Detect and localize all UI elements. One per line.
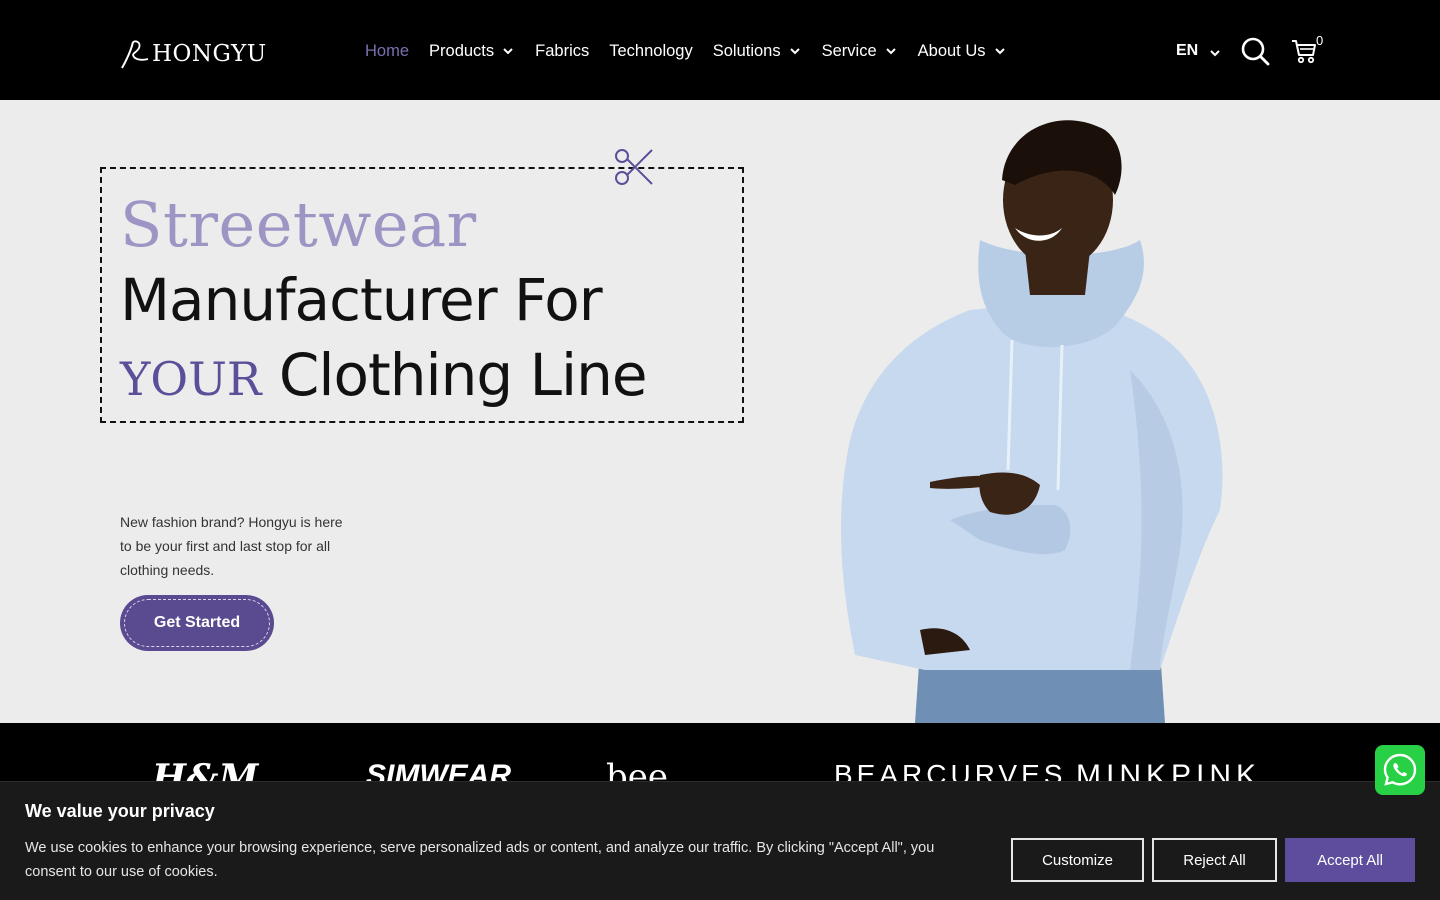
nav-service-label: Service	[821, 41, 877, 60]
language-selector[interactable]: EN	[1176, 42, 1222, 60]
nav-fabrics[interactable]: Fabrics	[535, 40, 589, 62]
logo-text: HONGYU	[152, 41, 267, 67]
cookie-title: We value your privacy	[25, 801, 215, 821]
reject-all-button[interactable]: Reject All	[1152, 838, 1277, 882]
accept-all-label: Accept All	[1317, 851, 1383, 869]
scissors-icon	[615, 149, 653, 185]
model-in-hoodie-image	[840, 120, 1223, 723]
headline-line-3: YOUR Clothing Line	[120, 340, 648, 414]
cart-count-badge: 0	[1316, 33, 1324, 48]
nav-solutions-label: Solutions	[712, 41, 781, 60]
nav-service[interactable]: Service	[822, 40, 898, 62]
search-icon[interactable]	[1240, 36, 1270, 66]
chevron-down-icon	[994, 48, 1005, 55]
reject-all-label: Reject All	[1183, 851, 1246, 869]
headline-accent: YOUR	[120, 352, 262, 406]
nav-technology-label: Technology	[609, 41, 693, 60]
get-started-label: Get Started	[153, 614, 241, 631]
chevron-down-icon	[1210, 50, 1220, 57]
chevron-down-icon	[503, 48, 513, 55]
get-started-button[interactable]: Get Started	[120, 595, 274, 651]
nav-products[interactable]: Products	[429, 40, 515, 62]
headline-rest: Clothing Line	[278, 341, 648, 409]
chevron-down-icon	[789, 48, 800, 55]
nav-products-label: Products	[429, 41, 495, 60]
nav-home[interactable]: Home	[365, 40, 409, 62]
whatsapp-button[interactable]	[1375, 745, 1425, 795]
nav-technology[interactable]: Technology	[609, 40, 692, 62]
nav-fabrics-label: Fabrics	[535, 41, 590, 60]
nav-about-us-label: About Us	[917, 41, 986, 60]
nav-about-us[interactable]: About Us	[918, 40, 1007, 62]
hero-section: Streetwear Manufacturer For YOUR Clothin…	[0, 100, 1440, 723]
headline-line-1: Streetwear	[120, 188, 477, 261]
headline-line-2: Manufacturer For	[120, 266, 603, 334]
cart-icon[interactable]	[1290, 36, 1318, 66]
customize-label: Customize	[1042, 851, 1113, 869]
nav-solutions[interactable]: Solutions	[713, 40, 802, 62]
logo[interactable]: HONGYU	[118, 36, 267, 72]
cookie-consent-banner: We value your privacy We use cookies to …	[0, 781, 1440, 900]
needle-logo-icon	[121, 40, 149, 69]
site-header: HONGYU Home Products Fabrics Technology …	[0, 0, 1440, 100]
customize-button[interactable]: Customize	[1011, 838, 1144, 882]
language-label: EN	[1176, 42, 1199, 59]
nav-home-label: Home	[365, 41, 410, 60]
hero-description: New fashion brand? Hongyu is here to be …	[120, 514, 343, 578]
chevron-down-icon	[885, 48, 896, 55]
accept-all-button[interactable]: Accept All	[1285, 838, 1415, 882]
cookie-text: We use cookies to enhance your browsing …	[25, 840, 935, 880]
whatsapp-icon	[1383, 753, 1417, 786]
main-nav: Home Products Fabrics Technology Solutio…	[365, 40, 1027, 62]
